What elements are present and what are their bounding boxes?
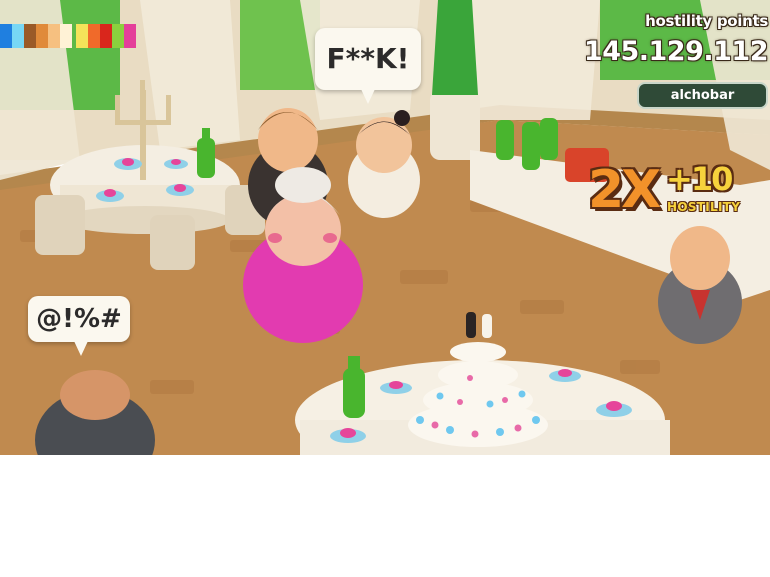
color-swatch [100,24,112,48]
color-swatch [124,24,136,48]
cake-bottle [343,368,365,418]
bar-bottle-2 [522,122,540,170]
color-swatch [112,24,124,48]
bar-bottle-1 [496,120,514,160]
topiary [432,0,478,95]
color-swatch [12,24,24,48]
left-bottle [197,138,215,178]
topiary-pot [430,90,480,160]
curtain-right [470,0,600,120]
game-scene: hostility points 145.129.112 alchobar F*… [0,0,770,455]
speech-bubble-guest: @!%# [28,296,130,356]
color-swatch [76,24,88,48]
color-swatch [24,24,36,48]
bar-bottle-3 [540,118,558,160]
combo-indicator: 2X +10 HOSTILITY [588,160,741,230]
color-swatch [60,24,72,48]
color-swatches-left [0,24,72,48]
color-swatches-right [76,24,136,48]
combo-multiplier: 2X [588,160,661,220]
color-swatch [36,24,48,48]
combo-bonus: +10 [666,160,733,198]
location-badge[interactable]: alchobar [637,82,768,109]
color-swatch [0,24,12,48]
color-swatch [48,24,60,48]
hostility-points-label: hostility points [645,12,768,30]
color-swatch [88,24,100,48]
speech-bubble-bride: F**K! [315,28,421,104]
combo-label: HOSTILITY [667,200,741,214]
hostility-points-value: 145.129.112 [583,36,769,67]
